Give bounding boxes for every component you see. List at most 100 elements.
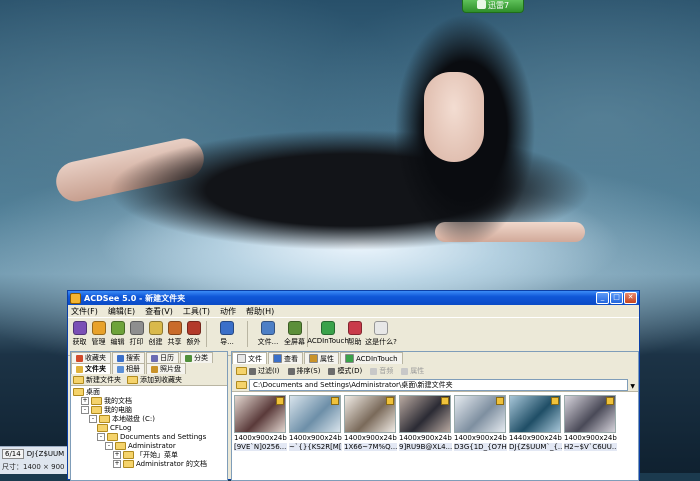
tab-label: 查看 <box>284 354 298 363</box>
right-tab[interactable]: 查看 <box>268 352 303 364</box>
toolbar-button[interactable]: 这是什么? <box>364 321 398 347</box>
expand-icon[interactable]: + <box>113 459 121 468</box>
left-pane-toolbar: 新建文件夹 添加到收藏夹 <box>71 374 227 386</box>
chevron-down-icon[interactable]: ▼ <box>630 383 635 390</box>
background-window-status: 6/14 DJ{Z$UUM <box>2 449 64 459</box>
left-tab[interactable]: 照片盘 <box>146 363 186 374</box>
right-tool-label: 过滤(I) <box>258 367 280 375</box>
folder-icon <box>73 387 84 396</box>
thumbnail-image[interactable] <box>454 395 506 433</box>
right-toolbar-button[interactable]: 过滤(I) <box>249 366 280 376</box>
thumbnail-item[interactable]: 1400x900x24b H2~$V`C6UU... <box>564 395 617 451</box>
thumbnail-item[interactable]: 1400x900x24b~`{}{KS2R[M[... <box>289 395 342 451</box>
address-input[interactable]: C:\Documents and Settings\Administrator\… <box>249 378 629 391</box>
thumbnail-image[interactable] <box>509 395 561 433</box>
expand-icon[interactable]: + <box>81 396 89 405</box>
thumbnail-image[interactable] <box>234 395 286 433</box>
toolbar-button[interactable]: 编辑 <box>108 321 127 347</box>
collapse-icon[interactable]: - <box>105 441 113 450</box>
thumbnail-item[interactable]: 1400x900x24bD3G{1D_{O7H... <box>454 395 507 451</box>
toolbar-button[interactable]: 全屏幕 <box>284 321 305 347</box>
toolbar-icon <box>110 321 125 335</box>
thumbnail-item[interactable]: 1400x900x24b 1X66~7M%Q... <box>344 395 397 451</box>
tree-item[interactable]: 桌面 <box>73 387 225 396</box>
thumbnail-image[interactable] <box>564 395 616 433</box>
toolbar-button[interactable]: 获取 <box>70 321 89 347</box>
toolbar-button[interactable]: 帮助 <box>345 321 364 347</box>
tree-item[interactable]: - 本地磁盘 (C:) <box>73 414 225 423</box>
tab-icon <box>273 354 282 363</box>
right-toolbar-button[interactable]: 排序(S) <box>287 366 320 376</box>
toolbar-label: 额外 <box>186 338 201 346</box>
thumbnail-image[interactable] <box>344 395 396 433</box>
window-titlebar[interactable]: ACDSee 5.0 - 新建文件夹 _ □ ✕ <box>68 291 639 305</box>
tree-item[interactable]: CFLog <box>73 423 225 432</box>
toolbar-icon <box>72 321 87 335</box>
tag-icon <box>551 397 559 405</box>
thumbnail-image[interactable] <box>289 395 341 433</box>
left-tab[interactable]: 收藏夹 <box>71 352 111 363</box>
toolbar-button[interactable]: 打印 <box>127 321 146 347</box>
toolbar-label: 帮助 <box>347 338 362 346</box>
xunlei-icon <box>476 0 486 9</box>
menu-item[interactable]: 工具(T) <box>183 306 210 317</box>
folder-icon <box>123 459 134 468</box>
thumbnail-image[interactable] <box>399 395 451 433</box>
menu-item[interactable]: 帮助(H) <box>246 306 274 317</box>
thumbnail-item[interactable]: 1440x900x24b DJ{Z$UUM`_{... <box>509 395 562 451</box>
toolbar-button[interactable]: 文件... <box>251 321 285 347</box>
right-tab[interactable]: 属性 <box>304 352 339 364</box>
new-folder-button[interactable]: 新建文件夹 <box>73 375 121 385</box>
menu-item[interactable]: 查看(V) <box>145 306 173 317</box>
collapse-icon[interactable]: - <box>97 432 105 441</box>
tag-icon <box>441 397 449 405</box>
page-indicator: 6/14 <box>2 449 24 459</box>
menu-item[interactable]: 文件(F) <box>71 306 98 317</box>
tab-icon <box>185 354 192 362</box>
tree-item[interactable]: - Documents and Settings <box>73 432 225 441</box>
toolbar-label: 获取 <box>72 338 87 346</box>
tree-item[interactable]: + 我的文档 <box>73 396 225 405</box>
toolbar-button[interactable]: 导... <box>210 321 244 347</box>
thumbnail-item[interactable]: 1400x900x24b [9VE`N]0256... <box>234 395 287 451</box>
tree-item-label: CFLog <box>110 423 132 432</box>
menu-item[interactable]: 动作 <box>220 306 236 317</box>
right-tab[interactable]: 文件 <box>232 352 267 364</box>
tool-icon <box>328 367 336 375</box>
tab-label: 属性 <box>320 354 334 363</box>
left-tab[interactable]: 搜索 <box>112 352 145 363</box>
toolbar-button[interactable]: 创建 <box>146 321 165 347</box>
toolbar-label: 全屏幕 <box>284 338 305 346</box>
thumbnail-item[interactable]: 1400x900x24b 9]RU9B@XL4... <box>399 395 452 451</box>
menu-item[interactable]: 编辑(E) <box>108 306 135 317</box>
left-tab[interactable]: 相册 <box>112 363 145 374</box>
right-toolbar-button[interactable]: 模式(D) <box>328 366 362 376</box>
right-tab[interactable]: ACDInTouch <box>340 352 403 364</box>
toolbar-icon <box>321 321 335 335</box>
toolbar-label: 打印 <box>129 338 144 346</box>
tree-item[interactable]: + Administrator 的文档 <box>73 459 225 468</box>
collapse-icon[interactable]: - <box>81 405 89 414</box>
minimize-button[interactable]: _ <box>596 292 609 304</box>
left-tab[interactable]: 日历 <box>146 352 179 363</box>
collapse-icon[interactable]: - <box>89 414 97 423</box>
close-button[interactable]: ✕ <box>624 292 637 304</box>
background-dimensions-text: 尺寸：1400 × 900 像 <box>2 463 74 471</box>
toolbar-icon <box>167 321 182 335</box>
toolbar-icon <box>261 321 275 335</box>
toolbar-button[interactable]: ACDInTouch <box>307 321 349 345</box>
tab-icon <box>117 365 124 373</box>
toolbar-button[interactable]: 管理 <box>89 321 108 347</box>
left-tab[interactable]: 分类 <box>180 352 213 363</box>
maximize-button[interactable]: □ <box>610 292 623 304</box>
add-favorite-button[interactable]: 添加到收藏夹 <box>127 375 182 385</box>
folder-icon <box>236 380 247 389</box>
xunlei-floating-badge[interactable]: 迅雷7 <box>462 0 524 13</box>
toolbar-button[interactable]: 共享 <box>165 321 184 347</box>
folder-icon <box>107 432 118 441</box>
tree-item-label: Administrator <box>128 441 176 450</box>
expand-icon[interactable]: + <box>113 450 121 459</box>
toolbar-button[interactable]: 额外 <box>184 321 203 347</box>
left-tab[interactable]: 文件夹 <box>71 363 111 374</box>
tool-icon <box>249 367 256 375</box>
